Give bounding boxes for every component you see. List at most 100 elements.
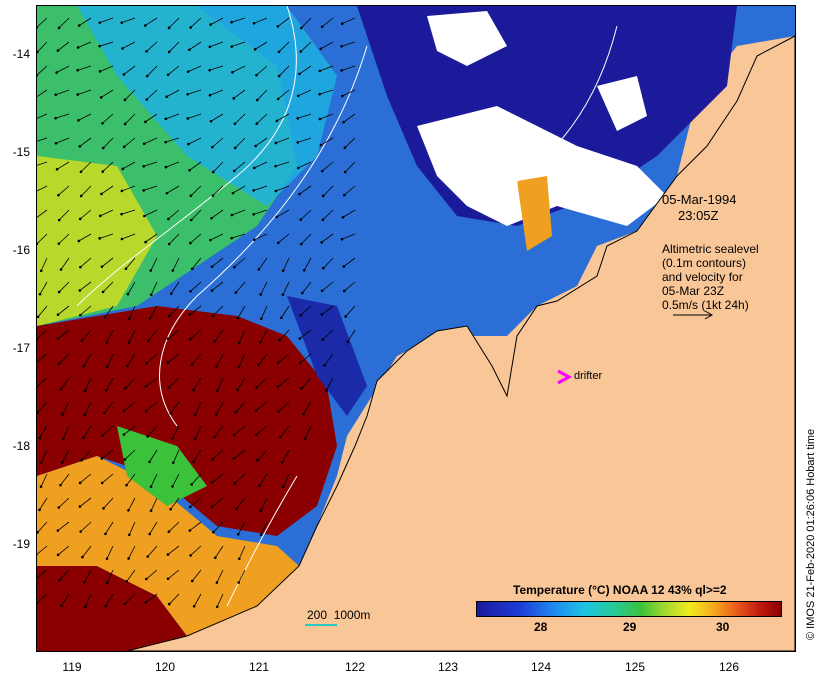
velocity-arrow-head <box>82 436 85 440</box>
velocity-arrow-head <box>189 554 192 557</box>
velocity-arrow-head <box>254 144 257 148</box>
velocity-arrow-head <box>78 481 82 485</box>
colorbar-tick: 30 <box>716 620 730 634</box>
velocity-arrow-head <box>252 238 256 242</box>
velocity-arrow-head <box>302 268 306 272</box>
velocity-arrow-head <box>236 316 240 320</box>
velocity-arrow-head <box>76 68 79 72</box>
velocity-arrow-head <box>340 237 344 241</box>
velocity-arrow-head <box>143 24 147 27</box>
velocity-arrow-head <box>59 483 62 487</box>
velocity-arrow-head <box>188 505 192 509</box>
velocity-arrow-head <box>145 74 149 78</box>
velocity-arrow-head <box>281 461 284 464</box>
altimetry-legend-line: Altimetric sealevel <box>662 242 759 256</box>
velocity-arrow-head <box>127 341 131 344</box>
longitude-tick: 123 <box>437 660 459 674</box>
velocity-arrow-head <box>276 25 280 28</box>
velocity-arrow-head <box>57 242 61 245</box>
velocity-arrow-head <box>253 166 256 170</box>
velocity-arrow-head <box>169 292 173 295</box>
velocity-arrow-head <box>38 436 42 440</box>
velocity-arrow-head <box>122 145 126 149</box>
velocity-arrow-head <box>340 44 343 48</box>
velocity-arrow-head <box>236 532 240 536</box>
velocity-arrow-head <box>322 266 325 270</box>
velocity-arrow-head <box>60 604 63 608</box>
velocity-arrow-head <box>103 316 107 319</box>
velocity-arrow-head <box>214 556 217 560</box>
longitude-tick: 125 <box>624 660 646 674</box>
velocity-arrow-head <box>258 484 261 488</box>
velocity-arrow-head <box>100 192 103 196</box>
velocity-arrow-head <box>186 70 190 73</box>
velocity-arrow-head <box>169 411 172 415</box>
velocity-arrow-head <box>167 314 171 318</box>
velocity-arrow-head <box>127 317 131 321</box>
velocity-arrow-head <box>187 142 190 146</box>
velocity-arrow-head <box>83 413 87 416</box>
velocity-arrow-head <box>57 362 61 366</box>
velocity-arrow-head <box>125 483 128 487</box>
velocity-arrow-head <box>101 290 105 294</box>
velocity-arrow-head <box>341 94 344 98</box>
velocity-arrow-head <box>211 458 215 461</box>
velocity-arrow-head <box>276 361 280 365</box>
velocity-arrow-head <box>232 433 236 437</box>
velocity-arrow-head <box>211 145 214 149</box>
velocity-arrow-head <box>146 339 150 343</box>
velocity-arrow-head <box>253 48 257 51</box>
velocity-arrow-head <box>169 507 172 511</box>
velocity-arrow-head <box>298 337 302 340</box>
velocity-arrow-head <box>237 557 241 561</box>
velocity-arrow-head <box>299 314 302 317</box>
velocity-arrow-head <box>83 605 87 609</box>
velocity-arrow-head <box>252 21 256 25</box>
velocity-arrow-head <box>259 533 263 537</box>
velocity-arrow-head <box>188 48 191 52</box>
velocity-arrow-head <box>342 120 345 124</box>
velocity-arrow-head <box>144 385 148 388</box>
velocity-arrow-head <box>56 49 60 52</box>
velocity-arrow-head <box>210 216 213 220</box>
velocity-arrow-head <box>126 364 129 368</box>
velocity-arrow-head <box>234 411 237 414</box>
velocity-arrow-head <box>57 26 61 30</box>
velocity-arrow-head <box>98 21 102 24</box>
timestamp: © IMOS 21-Feb-2020 01:26:06 Hobart time <box>805 428 817 640</box>
altimetry-legend-line: 0.5m/s (1kt 24h) <box>662 298 749 312</box>
velocity-arrow-head <box>122 409 126 413</box>
velocity-arrow-head <box>56 337 60 340</box>
velocity-arrow-head <box>298 361 302 365</box>
velocity-arrow-head <box>255 122 259 125</box>
velocity-arrow-head <box>149 509 153 512</box>
velocity-arrow-head <box>298 192 301 196</box>
velocity-arrow-head <box>296 94 300 98</box>
velocity-arrow-head <box>215 413 218 416</box>
velocity-arrow-head <box>259 293 262 296</box>
velocity-arrow-head <box>189 26 192 29</box>
velocity-arrow-head <box>300 387 303 390</box>
velocity-arrow-head <box>79 194 83 198</box>
velocity-arrow-head <box>212 530 215 534</box>
velocity-arrow-head <box>209 238 212 242</box>
velocity-arrow-head <box>121 167 125 171</box>
colorbar-title: Temperature (°C) NOAA 12 43% ql>=2 <box>513 583 727 597</box>
velocity-arrow-head <box>344 315 347 318</box>
velocity-arrow-head <box>77 239 81 243</box>
velocity-arrow-head <box>319 143 323 147</box>
velocity-arrow-head <box>57 193 60 197</box>
velocity-arrow-head <box>186 92 189 96</box>
velocity-arrow-head <box>215 605 219 609</box>
latitude-tick: -16 <box>12 243 30 257</box>
latitude-tick: -18 <box>12 439 30 453</box>
velocity-arrow-head <box>320 241 324 244</box>
velocity-arrow-head <box>80 458 83 462</box>
latitude-tick: -17 <box>12 341 30 355</box>
velocity-arrow-head <box>192 388 195 392</box>
velocity-arrow-head <box>82 364 86 368</box>
velocity-arrow-head <box>341 215 345 219</box>
velocity-arrow-head <box>236 388 239 392</box>
velocity-arrow-head <box>142 189 146 192</box>
velocity-arrow-head <box>211 170 215 174</box>
